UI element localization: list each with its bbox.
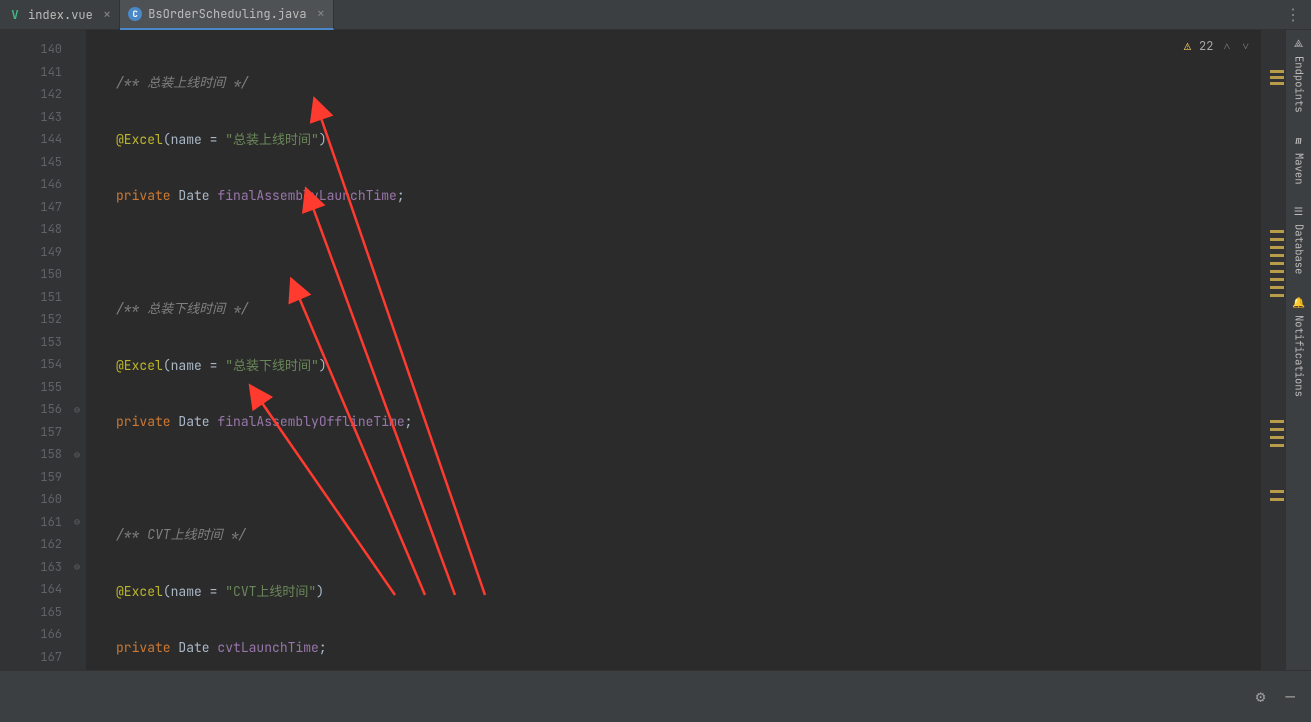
tab-index-vue[interactable]: V index.vue ×	[0, 0, 120, 30]
next-highlight-icon[interactable]: ˅	[1240, 38, 1251, 54]
line-number[interactable]: 164	[0, 578, 86, 601]
fold-icon[interactable]: ⊖	[74, 560, 80, 573]
line-number[interactable]: 167	[0, 646, 86, 669]
line-number[interactable]: 146	[0, 173, 86, 196]
line-number[interactable]: 145	[0, 151, 86, 174]
maven-icon: m	[1291, 133, 1307, 149]
editor-tabs: V index.vue × C BsOrderScheduling.java ×…	[0, 0, 1311, 30]
line-number[interactable]: 141	[0, 61, 86, 84]
line-number[interactable]: 155	[0, 376, 86, 399]
line-number[interactable]: 148	[0, 218, 86, 241]
tab-bsorderscheduling-java[interactable]: C BsOrderScheduling.java ×	[120, 0, 334, 30]
line-number[interactable]: 143	[0, 106, 86, 129]
line-number[interactable]: 156⊖	[0, 398, 86, 421]
line-number[interactable]: 140	[0, 38, 86, 61]
line-number[interactable]: 162💡	[0, 533, 86, 556]
tool-database[interactable]: ☰ Database	[1291, 204, 1307, 274]
line-number[interactable]: 150	[0, 263, 86, 286]
tool-endpoints[interactable]: ⟁ Endpoints	[1291, 36, 1307, 113]
line-number[interactable]: 158⊖	[0, 443, 86, 466]
java-class-icon: C	[128, 7, 142, 21]
status-bar: ⚙ —	[0, 670, 1311, 722]
line-number[interactable]: 144	[0, 128, 86, 151]
prev-highlight-icon[interactable]: ˄	[1221, 38, 1232, 54]
line-number[interactable]: 166	[0, 623, 86, 646]
fold-icon[interactable]: ⊖	[74, 403, 80, 416]
fold-icon[interactable]: ⊖	[74, 515, 80, 528]
tab-label: index.vue	[28, 7, 93, 23]
line-number[interactable]: 142	[0, 83, 86, 106]
close-icon[interactable]: ×	[103, 6, 111, 24]
right-tool-window-bar: ⟁ Endpoints m Maven ☰ Database 🔔 Notific…	[1286, 30, 1311, 670]
endpoints-icon: ⟁	[1291, 36, 1307, 52]
line-number[interactable]: 163⊖	[0, 556, 86, 579]
line-number[interactable]: 165	[0, 601, 86, 624]
line-number[interactable]: 152	[0, 308, 86, 331]
fold-icon[interactable]: ⊖	[74, 448, 80, 461]
line-number[interactable]: 147	[0, 196, 86, 219]
tool-notifications[interactable]: 🔔 Notifications	[1291, 295, 1307, 397]
close-icon[interactable]: ×	[317, 5, 325, 23]
line-number[interactable]: 154	[0, 353, 86, 376]
database-icon: ☰	[1291, 204, 1307, 220]
inspection-status[interactable]: ⚠ 22 ˄ ˅	[1184, 38, 1251, 54]
vue-file-icon: V	[8, 8, 22, 22]
settings-icon[interactable]: ⚙	[1256, 686, 1266, 707]
line-number[interactable]: 149	[0, 241, 86, 264]
line-number[interactable]: 160	[0, 488, 86, 511]
code-area[interactable]: /** 总装上线时间 */ @Excel(name = "总装上线时间") pr…	[86, 30, 1261, 670]
warning-count: 22	[1199, 38, 1213, 54]
line-number[interactable]: 161⊖	[0, 511, 86, 534]
editor: 140 141 142 143 144 145 146 147 148 149 …	[0, 30, 1311, 670]
line-number[interactable]: 153	[0, 331, 86, 354]
bell-icon: 🔔	[1291, 295, 1307, 311]
line-number[interactable]: 151	[0, 286, 86, 309]
tab-label: BsOrderScheduling.java	[148, 6, 306, 22]
hide-tool-windows-icon[interactable]: —	[1285, 686, 1295, 707]
error-stripe[interactable]	[1261, 30, 1286, 670]
tabs-menu-icon[interactable]: ⋮	[1275, 4, 1311, 25]
gutter[interactable]: 140 141 142 143 144 145 146 147 148 149 …	[0, 30, 86, 670]
line-number[interactable]: 159	[0, 466, 86, 489]
warning-icon: ⚠	[1184, 38, 1191, 54]
tool-maven[interactable]: m Maven	[1291, 133, 1307, 185]
line-number[interactable]: 157	[0, 421, 86, 444]
